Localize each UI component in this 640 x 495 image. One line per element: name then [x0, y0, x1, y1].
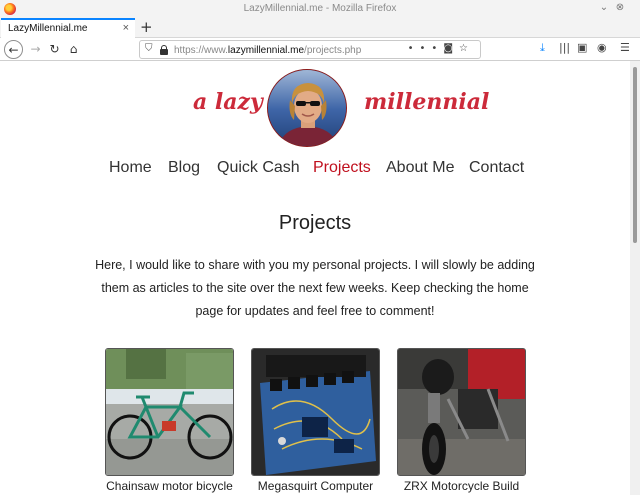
window-titlebar: LazyMillennial.me - Mozilla Firefox ⌄ ⊗ [0, 0, 640, 18]
project-card-chainsaw-bicycle[interactable]: Chainsaw motor bicycle [105, 348, 234, 493]
project-image-bicycle[interactable] [105, 348, 234, 476]
motorcycle-photo [398, 349, 525, 475]
url-text[interactable]: https://www.lazymillennial.me/projects.p… [174, 45, 361, 56]
back-icon[interactable]: ← [4, 40, 23, 59]
shield-icon[interactable]: ⛉ [145, 43, 153, 54]
download-icon[interactable]: ⤓ [540, 41, 545, 55]
nav-projects[interactable]: Projects [313, 159, 371, 177]
project-caption[interactable]: Chainsaw motor bicycle [105, 479, 234, 493]
brand-text-right[interactable]: millennial [364, 89, 489, 115]
navigation-toolbar: ← → ↻ ⌂ ⛉ https://www.lazymillennial.me/… [0, 38, 640, 61]
more-icon[interactable]: ••• [408, 43, 444, 54]
nav-home[interactable]: Home [109, 159, 152, 177]
project-caption[interactable]: ZRX Motorcycle Build [397, 479, 526, 493]
project-caption[interactable]: Megasquirt Computer [251, 479, 380, 493]
sidebar-icon[interactable]: ▣ [577, 41, 587, 54]
nav-quick-cash[interactable]: Quick Cash [217, 159, 300, 177]
avatar[interactable] [267, 69, 347, 147]
minimize-icon[interactable]: ⌄ [598, 2, 610, 14]
tab-label: LazyMillennial.me [8, 23, 88, 34]
menu-icon[interactable]: ☰ [620, 41, 630, 54]
lock-icon[interactable] [160, 45, 168, 55]
project-image-megasquirt[interactable] [251, 348, 380, 476]
close-window-icon[interactable]: ⊗ [614, 2, 626, 14]
web-page: a lazy millennial Home Blog Quick Cash P… [0, 61, 630, 495]
home-icon[interactable]: ⌂ [64, 40, 83, 59]
tab-lazymillennial[interactable]: LazyMillennial.me × [1, 18, 135, 39]
project-image-motorcycle[interactable] [397, 348, 526, 476]
nav-contact[interactable]: Contact [469, 159, 524, 177]
library-icon[interactable]: ||| [559, 41, 570, 54]
tab-close-icon[interactable]: × [123, 22, 129, 34]
pocket-icon[interactable]: ◙ [443, 43, 459, 54]
account-icon[interactable]: ◉ [597, 41, 607, 54]
address-bar[interactable]: ⛉ https://www.lazymillennial.me/projects… [139, 40, 481, 59]
page-scrollbar[interactable] [630, 61, 640, 495]
avatar-photo [268, 70, 346, 146]
scrollbar-thumb[interactable] [633, 67, 637, 243]
bicycle-photo [106, 349, 233, 475]
new-tab-button[interactable]: + [140, 18, 153, 37]
circuit-board-photo [252, 349, 379, 475]
nav-blog[interactable]: Blog [168, 159, 200, 177]
window-title: LazyMillennial.me - Mozilla Firefox [243, 3, 397, 14]
intro-paragraph: Here, I would like to share with you my … [95, 258, 535, 318]
nav-about-me[interactable]: About Me [386, 159, 454, 177]
url-actions: •••◙☆ [408, 43, 474, 54]
reload-icon[interactable]: ↻ [45, 40, 64, 59]
brand-text-left[interactable]: a lazy [193, 89, 263, 115]
forward-icon[interactable]: → [26, 40, 45, 59]
page-title: Projects [278, 212, 352, 234]
bookmark-star-icon[interactable]: ☆ [459, 43, 474, 54]
project-card-megasquirt[interactable]: Megasquirt Computer [251, 348, 380, 493]
tab-strip: LazyMillennial.me × + [0, 18, 640, 39]
project-card-zrx[interactable]: ZRX Motorcycle Build [397, 348, 526, 493]
